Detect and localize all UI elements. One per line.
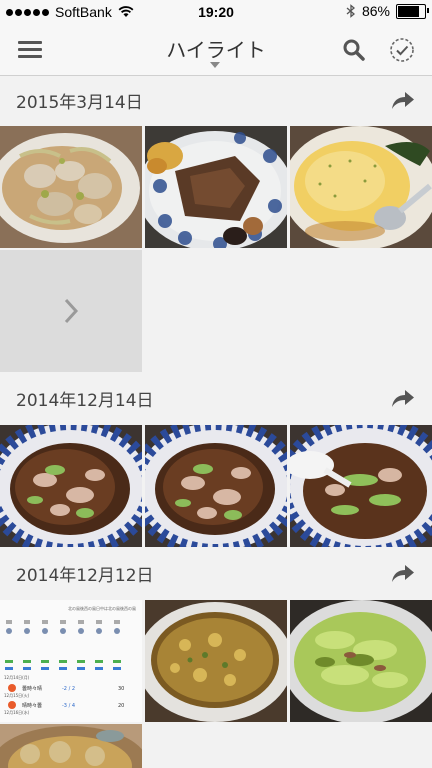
weather-temp: -3 / 4	[62, 703, 75, 709]
app-header: ハイライト	[0, 24, 432, 76]
status-right: 86%	[346, 3, 429, 19]
battery-fill	[398, 5, 419, 17]
weather-row-date: 12月15日(火)	[4, 693, 30, 698]
section-date: 2014年12月12日	[16, 566, 154, 586]
photo-thumbnail[interactable]	[145, 600, 287, 722]
share-icon[interactable]	[390, 89, 416, 111]
photo-thumbnail[interactable]	[145, 126, 287, 248]
battery-icon	[396, 3, 429, 19]
share-icon[interactable]	[390, 562, 416, 584]
section-header: 2014年12月14日	[0, 373, 432, 423]
photo-thumbnail[interactable]	[290, 600, 432, 722]
weather-label: 晴時々曇	[22, 702, 42, 709]
section-date: 2015年3月14日	[16, 93, 143, 113]
weather-temp: -2 / 2	[62, 686, 75, 692]
chevron-right-icon	[64, 298, 79, 324]
status-bar: SoftBank 19:20 86%	[0, 0, 432, 24]
section-header: 2014年12月12日	[0, 548, 432, 598]
photo-thumbnail[interactable]	[0, 126, 142, 248]
weather-label: 曇時々晴	[22, 685, 42, 692]
section-date: 2014年12月14日	[16, 391, 154, 411]
weather-header-text: 北の風後西の風日中は北の風後西の風	[68, 605, 136, 611]
photo-thumbnail[interactable]	[290, 425, 432, 547]
select-check-icon[interactable]	[389, 37, 415, 63]
search-icon[interactable]	[342, 38, 366, 62]
weather-percent: 30	[118, 686, 124, 692]
photo-thumbnail[interactable]	[0, 724, 142, 768]
photo-thumbnail[interactable]	[290, 126, 432, 248]
section-header: 2015年3月14日	[0, 75, 432, 125]
weather-percent: 20	[118, 703, 124, 709]
photo-thumbnail[interactable]	[145, 425, 287, 547]
title-dropdown-icon[interactable]	[210, 62, 220, 68]
bluetooth-icon	[346, 4, 355, 18]
page-title[interactable]: ハイライト	[0, 34, 432, 63]
share-icon[interactable]	[390, 387, 416, 409]
battery-percent: 86%	[361, 3, 390, 19]
weather-screenshot-thumbnail[interactable]: 北の風後西の風日中は北の風後西の風 12月14日(月) 曇時々晴 -2 / 2 …	[0, 600, 142, 722]
photo-thumbnail[interactable]	[0, 425, 142, 547]
show-more-button[interactable]	[0, 250, 142, 372]
weather-row-date: 12月16日(水)	[4, 709, 30, 715]
weather-row-date: 12月14日(月)	[4, 675, 30, 680]
